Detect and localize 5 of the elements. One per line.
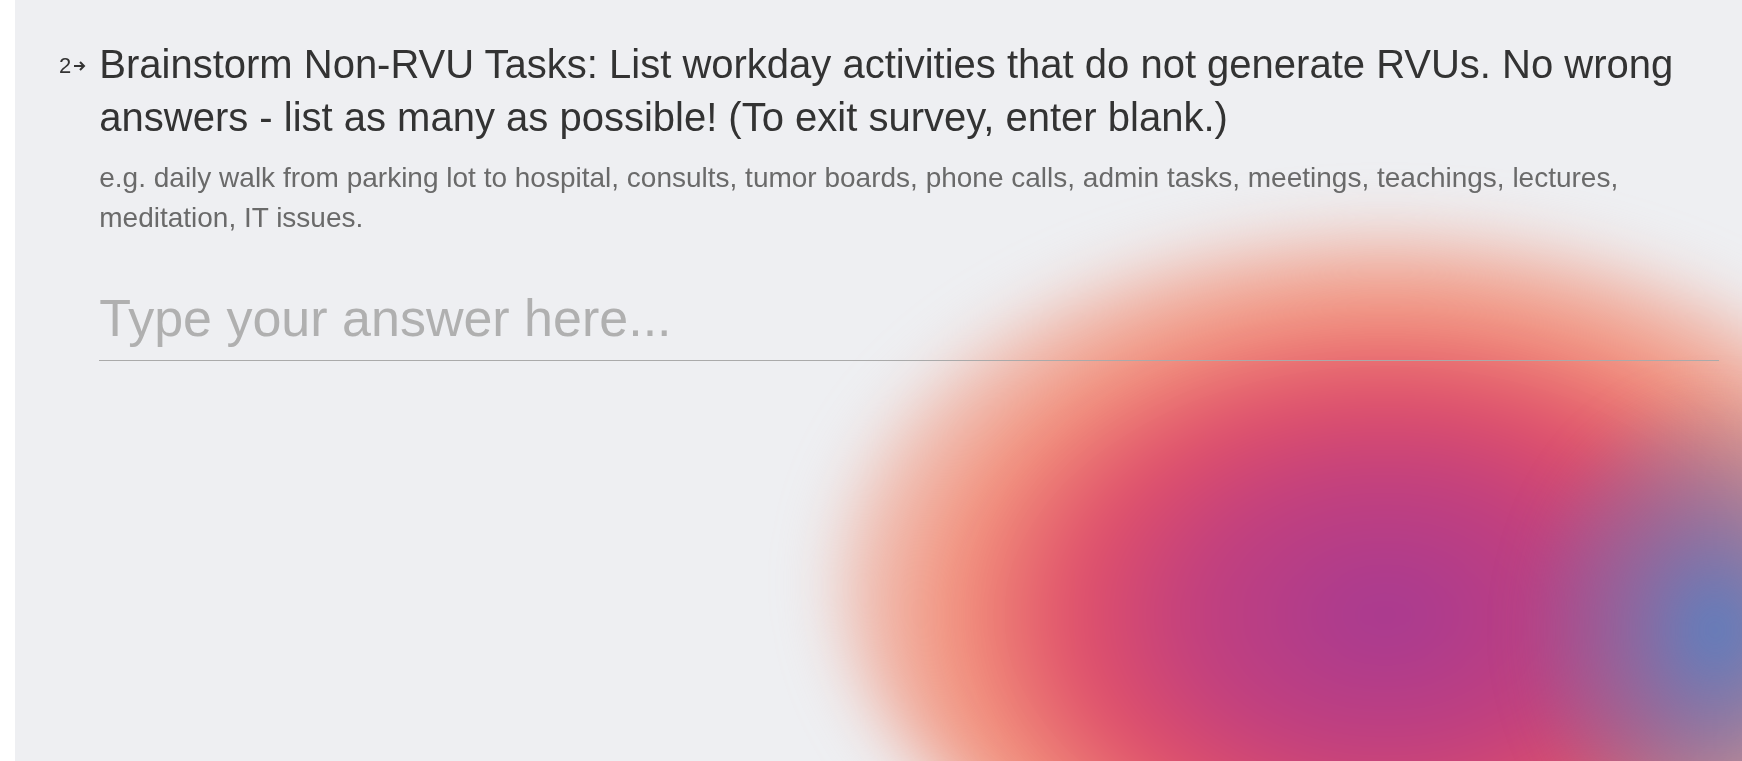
answer-field[interactable]: Type your answer here... bbox=[99, 288, 1720, 361]
arrow-icon bbox=[73, 59, 88, 73]
question-text: Brainstorm Non-RVU Tasks: List workday activities that do not generate RVUs. No wrong answers - list as many as possible! (To exit survey, enter blank.) bbox=[99, 41, 1675, 141]
question-description: e.g. daily walk from parking lot to hospital, consults, tumor boards, phone calls, admin tasks, meetings, teachings, lectures, meditation, IT issues. bbox=[99, 161, 1620, 235]
question-number: 2 bbox=[59, 53, 72, 79]
